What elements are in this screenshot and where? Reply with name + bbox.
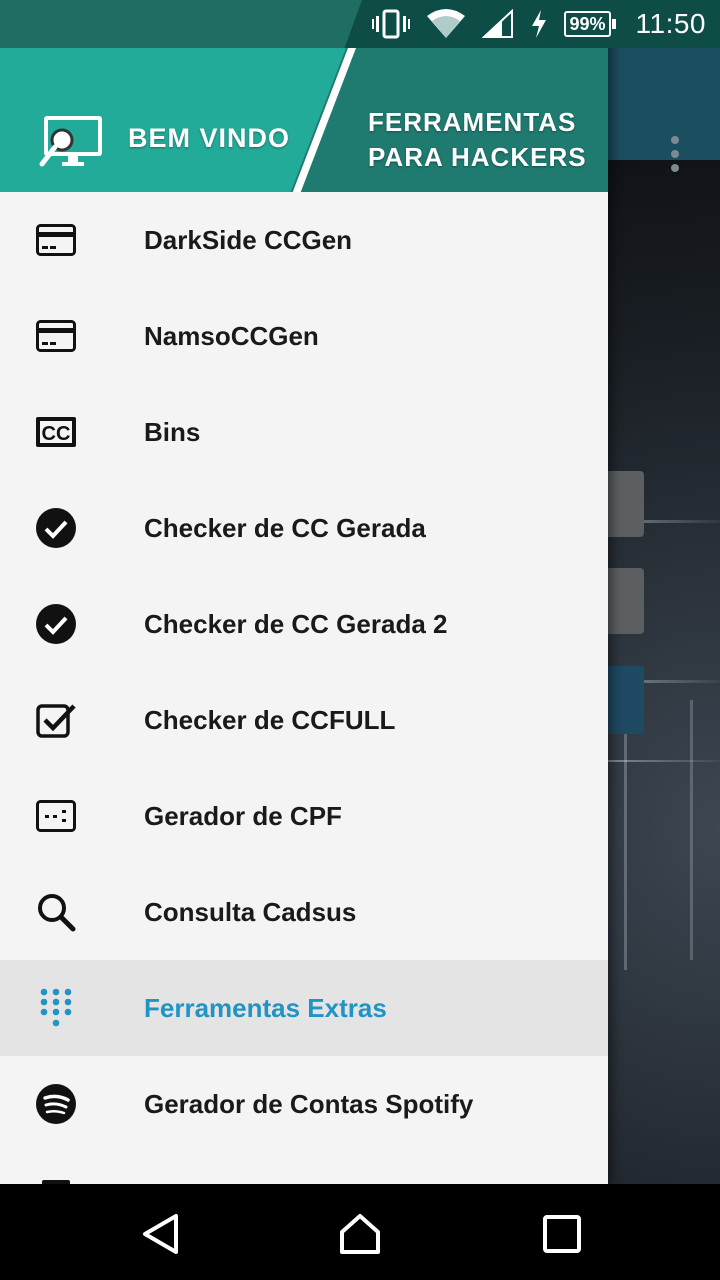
dots-box-icon (36, 796, 76, 836)
check-circle-icon (36, 604, 76, 644)
menu-item-bins[interactable]: CC Bins (0, 384, 608, 480)
vibrate-icon (372, 9, 411, 39)
menu-item-label: DarkSide CCGen (144, 224, 353, 255)
welcome-text: BEM VINDO (128, 123, 291, 153)
signal-icon (482, 9, 514, 39)
menu-item-checker-cc-gerada-2[interactable]: Checker de CC Gerada 2 (0, 576, 608, 672)
menu-item-label: Checker de CC Gerada (144, 512, 426, 543)
brand-line-2: PARA HACKERS (368, 142, 587, 172)
back-icon[interactable] (140, 1212, 184, 1256)
wifi-icon (426, 8, 466, 40)
status-bar: 99% 11:50 (0, 0, 720, 48)
menu-item-namso-ccgen[interactable]: NamsoCCGen (0, 288, 608, 384)
menu-item-label: NamsoCCGen (144, 320, 319, 351)
menu-item-checker-ccfull[interactable]: Checker de CCFULL (0, 672, 608, 768)
svg-text:CC: CC (42, 423, 71, 445)
menu-item-gerador-cpf[interactable]: Gerador de CPF (0, 768, 608, 864)
background-decoration (690, 700, 693, 960)
menu-item-label: Checker de CC Gerada 2 (144, 608, 448, 639)
menu-item-label: Checker de CCFULL (144, 704, 396, 735)
brand-title: FERRAMENTAS PARA HACKERS (368, 105, 587, 175)
drawer-header: BEM VINDO FERRAMENTAS PARA HACKERS (0, 48, 608, 192)
clock: 11:50 (635, 8, 706, 39)
menu-item-darkside-ccgen[interactable]: DarkSide CCGen (0, 192, 608, 288)
monitor-search-logo-icon (39, 116, 102, 167)
menu-item-partial[interactable] (0, 1152, 608, 1184)
credit-card-icon (36, 316, 76, 356)
menu-item-consulta-cadsus[interactable]: Consulta Cadsus (0, 864, 608, 960)
recents-icon[interactable] (540, 1212, 584, 1256)
drawer-menu: DarkSide CCGen NamsoCCGen CC Bins Checke… (0, 192, 608, 1184)
cc-icon: CC (36, 412, 76, 452)
system-nav-bar (0, 1184, 720, 1280)
navigation-drawer: BEM VINDO FERRAMENTAS PARA HACKERS DarkS… (0, 0, 608, 1184)
menu-item-label: Gerador de CPF (144, 800, 342, 831)
search-icon (36, 892, 76, 932)
menu-item-label: Consulta Cadsus (144, 896, 357, 927)
menu-item-checker-cc-gerada[interactable]: Checker de CC Gerada (0, 480, 608, 576)
menu-item-label: Gerador de Contas Spotify (144, 1088, 474, 1119)
menu-item-gerador-contas-spotify[interactable]: Gerador de Contas Spotify (0, 1056, 608, 1152)
battery-icon: 99% (564, 11, 616, 37)
brand-line-1: FERRAMENTAS (368, 107, 577, 137)
menu-item-label: Bins (144, 416, 201, 447)
background-decoration (624, 720, 627, 970)
battery-level: 99% (564, 11, 611, 37)
home-icon[interactable] (338, 1212, 382, 1256)
check-circle-icon (36, 508, 76, 548)
dialpad-icon (36, 988, 76, 1028)
menu-item-ferramentas-extras[interactable]: Ferramentas Extras (0, 960, 608, 1056)
charging-icon (530, 10, 548, 38)
menu-item-label: Ferramentas Extras (144, 992, 387, 1023)
spotify-icon (36, 1084, 76, 1124)
check-box-icon (36, 700, 76, 740)
overflow-menu-icon[interactable] (660, 134, 690, 174)
credit-card-icon (36, 220, 76, 260)
